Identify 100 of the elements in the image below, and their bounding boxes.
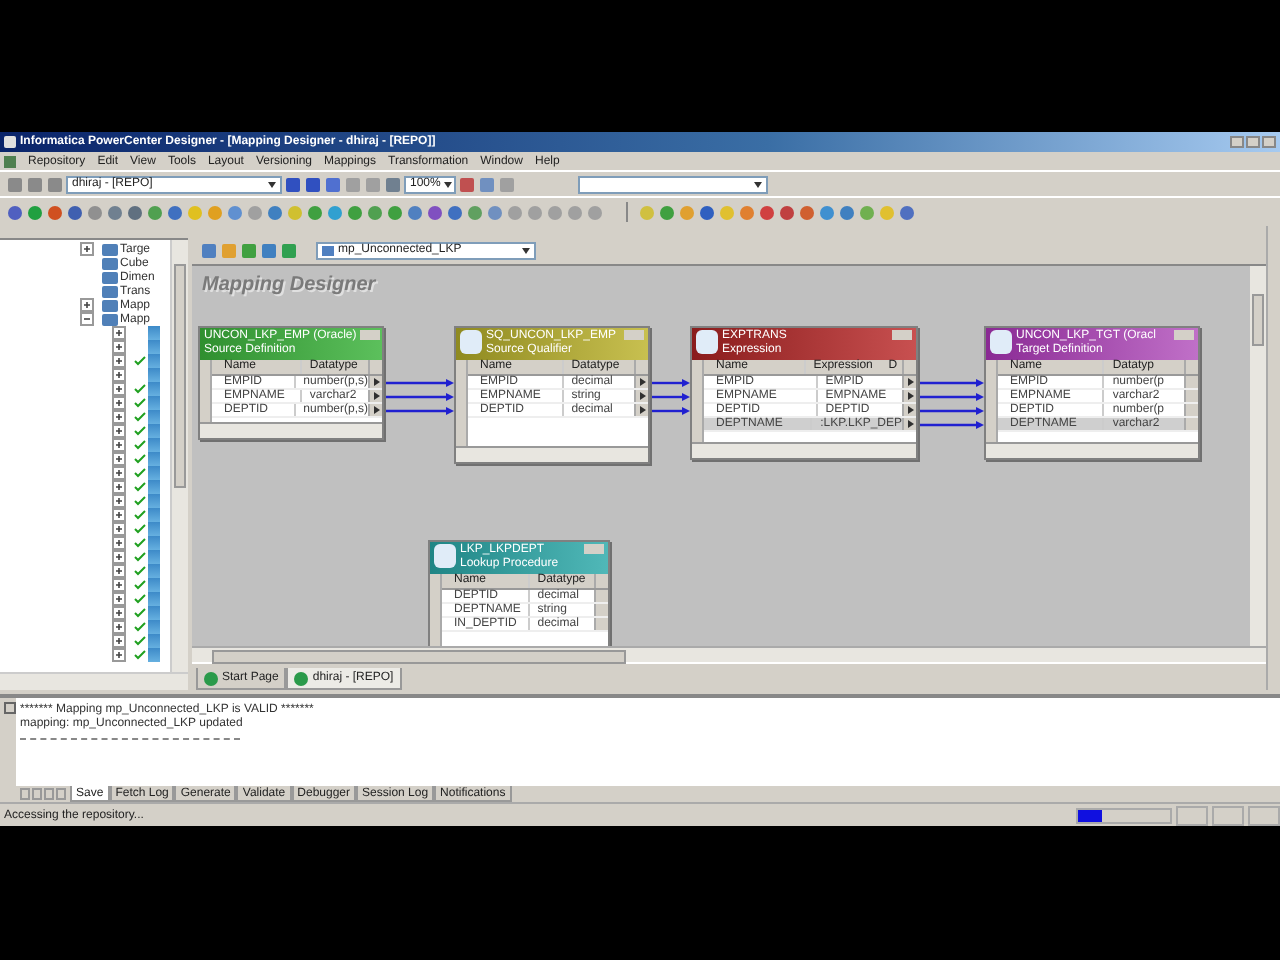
- expand-toggle[interactable]: [112, 396, 126, 410]
- toolbar-button[interactable]: [478, 175, 496, 193]
- expand-toggle[interactable]: [112, 382, 126, 396]
- scrollbar[interactable]: [986, 442, 1198, 458]
- scrollbar[interactable]: [0, 672, 188, 690]
- toolbar-button[interactable]: [266, 203, 284, 221]
- mapping-icon[interactable]: [148, 326, 160, 340]
- expand-toggle[interactable]: [112, 424, 126, 438]
- toolbar-button[interactable]: [284, 175, 302, 193]
- minimize-button[interactable]: [1230, 136, 1244, 148]
- transformation-icon: [460, 330, 482, 354]
- scrollbar[interactable]: [456, 446, 648, 462]
- output-port-marker[interactable]: [907, 420, 913, 428]
- expand-toggle[interactable]: [112, 410, 126, 424]
- toolbar-button[interactable]: [106, 203, 124, 221]
- toolbar-button[interactable]: [146, 203, 164, 221]
- toolbar-button[interactable]: [6, 203, 24, 221]
- expand-toggle[interactable]: [112, 452, 126, 466]
- toolbar-button[interactable]: [758, 203, 776, 221]
- toolbar-button[interactable]: [738, 203, 756, 221]
- toolbar-button[interactable]: [86, 203, 104, 221]
- toolbar-button[interactable]: [486, 203, 504, 221]
- toolbar-button[interactable]: [658, 203, 676, 221]
- scrollbar[interactable]: [170, 240, 188, 672]
- expand-toggle[interactable]: [112, 340, 126, 354]
- scrollbar[interactable]: [692, 442, 916, 458]
- expand-toggle[interactable]: [112, 578, 126, 592]
- expand-toggle[interactable]: [112, 494, 126, 508]
- output-port-marker[interactable]: [373, 406, 379, 414]
- toolbar-button[interactable]: [280, 241, 298, 259]
- expand-toggle[interactable]: [112, 592, 126, 606]
- connector-arrow: [920, 421, 984, 429]
- expand-toggle[interactable]: [112, 648, 126, 662]
- toolbar-button[interactable]: [426, 203, 444, 221]
- toolbar-button[interactable]: [818, 203, 836, 221]
- toolbar-button[interactable]: [66, 203, 84, 221]
- scrollbar[interactable]: [1250, 266, 1266, 646]
- toolbar-button[interactable]: [46, 175, 64, 193]
- expand-toggle[interactable]: [112, 480, 126, 494]
- scrollbar-thumb[interactable]: [1252, 294, 1264, 346]
- scrollbar-thumb[interactable]: [212, 650, 626, 664]
- expand-toggle[interactable]: [112, 368, 126, 382]
- toolbar-button[interactable]: [26, 175, 44, 193]
- toolbar-button[interactable]: [898, 203, 916, 221]
- connector-arrow: [386, 379, 454, 387]
- window-button[interactable]: [360, 330, 381, 340]
- output-port-marker[interactable]: [639, 406, 645, 414]
- dropdown[interactable]: [578, 175, 768, 193]
- toolbar-button[interactable]: [326, 203, 344, 221]
- expand-toggle[interactable]: [112, 536, 126, 550]
- toolbar-button[interactable]: [126, 203, 144, 221]
- toolbar-button[interactable]: [346, 203, 364, 221]
- toolbar-button[interactable]: [260, 241, 278, 259]
- toolbar-button[interactable]: [226, 203, 244, 221]
- expand-toggle[interactable]: [80, 298, 94, 312]
- toolbar-button[interactable]: [458, 175, 476, 193]
- expand-toggle[interactable]: [112, 466, 126, 480]
- mapping-icon[interactable]: [148, 340, 160, 354]
- toolbar-button[interactable]: [6, 175, 24, 193]
- mapping-icon[interactable]: [148, 368, 160, 382]
- toolbar-button[interactable]: [46, 203, 64, 221]
- toolbar-button[interactable]: [306, 203, 324, 221]
- toolbar-button[interactable]: [406, 203, 424, 221]
- transformation-icon: [434, 544, 456, 568]
- toolbar-button[interactable]: [778, 203, 796, 221]
- scrollbar-thumb[interactable]: [174, 264, 186, 488]
- expand-toggle[interactable]: [112, 550, 126, 564]
- toolbar-button[interactable]: [466, 203, 484, 221]
- maximize-button[interactable]: [1246, 136, 1260, 148]
- toolbar-button[interactable]: [446, 203, 464, 221]
- expand-toggle[interactable]: [112, 508, 126, 522]
- connector-arrow: [386, 407, 454, 415]
- toolbar-button[interactable]: [324, 175, 342, 193]
- toolbar-button[interactable]: [200, 241, 218, 259]
- expand-toggle[interactable]: [112, 354, 126, 368]
- toolbar-button[interactable]: [384, 175, 402, 193]
- expand-toggle[interactable]: [112, 620, 126, 634]
- expand-toggle[interactable]: [112, 326, 126, 340]
- expand-toggle[interactable]: [80, 242, 94, 256]
- scrollbar[interactable]: [192, 646, 1266, 662]
- expand-toggle[interactable]: [112, 634, 126, 648]
- expand-toggle[interactable]: [112, 606, 126, 620]
- collapse-toggle[interactable]: [80, 312, 94, 326]
- toolbar-button[interactable]: [304, 175, 322, 193]
- connector-arrow: [652, 393, 690, 401]
- toolbar-button[interactable]: [386, 203, 404, 221]
- connector-arrow: [652, 379, 690, 387]
- expand-toggle[interactable]: [112, 564, 126, 578]
- toolbar-button[interactable]: [366, 203, 384, 221]
- port-column: [200, 360, 212, 422]
- toolbar-button[interactable]: [798, 203, 816, 221]
- toolbar-button[interactable]: [698, 203, 716, 221]
- scrollbar[interactable]: [200, 422, 382, 438]
- close-button[interactable]: [1262, 136, 1276, 148]
- toolbar-button[interactable]: [166, 203, 184, 221]
- toolbar-button[interactable]: [26, 203, 44, 221]
- toolbar-button[interactable]: [240, 241, 258, 259]
- toolbar-button[interactable]: [838, 203, 856, 221]
- expand-toggle[interactable]: [112, 522, 126, 536]
- expand-toggle[interactable]: [112, 438, 126, 452]
